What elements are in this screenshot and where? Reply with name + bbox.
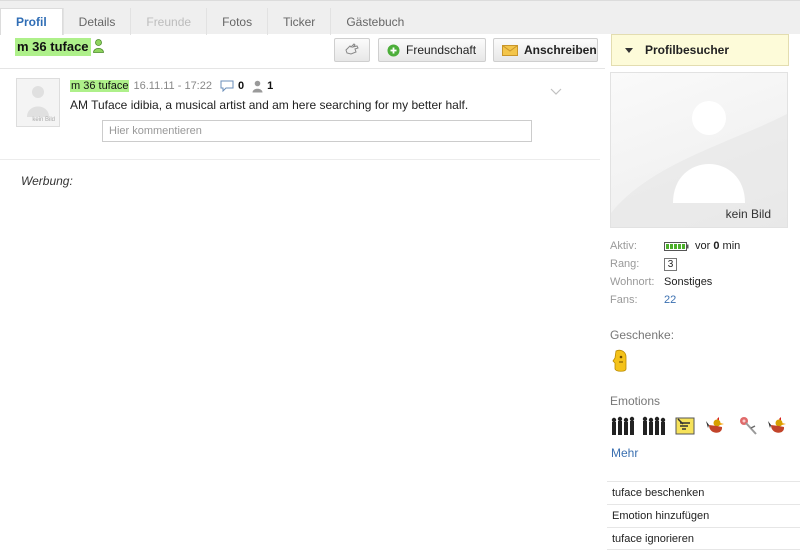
stat-active: Aktiv: vor 0 min — [610, 237, 790, 255]
gifts-title: Geschenke: — [610, 328, 675, 342]
comment-bubble-icon[interactable] — [220, 80, 234, 92]
comment-input[interactable] — [102, 120, 532, 142]
online-user-icon — [92, 38, 104, 56]
profile-stats: Aktiv: vor 0 min Rang: 3 Wohnort: Sonsti… — [610, 237, 790, 309]
stat-location-value: Sonstiges — [664, 276, 713, 288]
person-icon[interactable] — [252, 80, 263, 93]
hand-icon — [345, 42, 359, 58]
profile-photo-label: kein Bild — [725, 207, 771, 221]
stat-label: Aktiv: — [610, 240, 637, 252]
activity-battery-icon — [664, 241, 689, 251]
stat-label: Rang: — [610, 258, 640, 270]
emotion-flower-icon[interactable] — [734, 414, 760, 438]
profile-visitors-toggle[interactable]: Profilbesucher — [611, 34, 789, 66]
emotion-rooster-icon[interactable] — [703, 414, 729, 438]
stat-location: Wohnort: Sonstiges — [610, 273, 790, 291]
emotion-sign-icon[interactable] — [672, 414, 698, 438]
profile-title: m 36 tuface — [15, 38, 104, 56]
add-friend-icon — [387, 44, 400, 57]
divider — [0, 68, 605, 69]
post-meta: m 36 tuface 16.11.11 - 17:22 0 1 — [70, 79, 273, 93]
post-avatar-label: kein Bild — [32, 117, 55, 123]
stat-value: 3 — [664, 257, 677, 271]
post-avatar[interactable]: kein Bild — [16, 78, 60, 127]
stat-value: vor 0 min — [664, 240, 740, 252]
post-likes-count: 1 — [267, 80, 274, 92]
emotions-more-link[interactable]: Mehr — [611, 446, 638, 460]
profile-tabs: Profil Details Freunde Fotos Ticker Gäst… — [0, 8, 419, 35]
tab-gaestebuch[interactable]: Gästebuch — [330, 8, 419, 35]
tab-profil[interactable]: Profil — [0, 8, 63, 35]
stat-active-value: vor 0 min — [695, 240, 741, 252]
emotion-crowd-icon[interactable] — [641, 414, 667, 438]
default-avatar-icon — [611, 101, 787, 227]
post-author-link[interactable]: m 36 tuface — [70, 80, 130, 92]
tab-bar: Profil Details Freunde Fotos Ticker Gäst… — [0, 0, 800, 35]
stat-label: Wohnort: — [610, 276, 655, 288]
emotion-rooster-icon[interactable] — [765, 414, 791, 438]
profile-actions: tuface beschenken Emotion hinzufügen tuf… — [607, 481, 800, 550]
post-text: AM Tuface idibia, a musical artist and a… — [70, 98, 469, 112]
stat-fans: Fans: 22 — [610, 291, 790, 309]
fans-count-link[interactable]: 22 — [664, 294, 676, 306]
caret-down-icon — [625, 47, 633, 53]
action-ignore-user[interactable]: tuface ignorieren — [607, 527, 800, 550]
divider — [0, 159, 600, 160]
emotions-title: Emotions — [610, 394, 661, 408]
poke-button[interactable] — [334, 38, 370, 62]
stat-rank: Rang: 3 — [610, 255, 790, 273]
post-date: 16.11.11 - 17:22 — [133, 80, 212, 92]
friendship-button[interactable]: Freundschaft — [378, 38, 486, 62]
tab-details[interactable]: Details — [62, 8, 131, 35]
tab-fotos[interactable]: Fotos — [206, 8, 267, 35]
friendship-button-label: Freundschaft — [406, 43, 477, 57]
profile-photo[interactable]: kein Bild — [610, 72, 788, 228]
emotion-crowd-icon[interactable] — [610, 414, 636, 438]
post-comments-count: 0 — [237, 80, 245, 92]
rank-badge: 3 — [664, 257, 677, 271]
profile-username: m 36 tuface — [15, 38, 91, 56]
ads-label: Werbung: — [21, 174, 73, 188]
emotions-list — [610, 414, 796, 438]
stat-label: Fans: — [610, 294, 638, 306]
profile-visitors-label: Profilbesucher — [645, 43, 730, 57]
tab-freunde[interactable]: Freunde — [130, 8, 206, 35]
gift-item[interactable] — [612, 349, 628, 376]
envelope-icon — [502, 44, 518, 56]
gift-figure-icon — [612, 349, 627, 372]
action-send-gift[interactable]: tuface beschenken — [607, 481, 800, 504]
write-message-button-label: Anschreiben — [524, 43, 597, 57]
tab-ticker[interactable]: Ticker — [267, 8, 330, 35]
write-message-button[interactable]: Anschreiben — [493, 38, 598, 62]
chevron-down-icon[interactable] — [550, 85, 562, 99]
action-add-emotion[interactable]: Emotion hinzufügen — [607, 504, 800, 527]
